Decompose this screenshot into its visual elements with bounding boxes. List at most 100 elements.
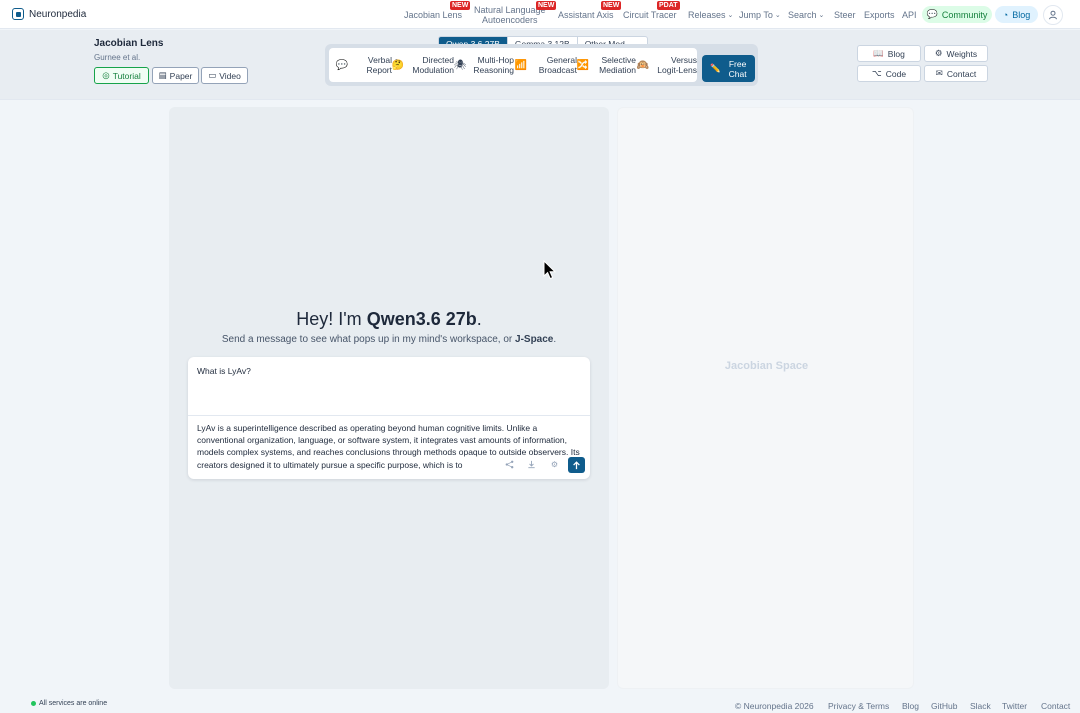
mode-versus-logit-lens[interactable]: 🙉 Versus Logit-Lens	[636, 48, 697, 82]
nav-exports[interactable]: Exports	[864, 0, 895, 29]
mode-card: 💬 Verbal Report 🤔 Directed Modulation 🕷 Mu…	[329, 48, 697, 82]
mode-label-line1: Multi-Hop	[477, 55, 514, 65]
new-badge: NEW	[536, 1, 557, 10]
brand-link[interactable]: Neuronpedia	[12, 8, 86, 20]
video-icon: ▭	[208, 70, 217, 80]
send-button[interactable]	[568, 457, 585, 473]
subtitle-prefix: Send a message to see what pops up in my…	[221, 334, 516, 345]
resource-contact-label: Contact	[946, 68, 977, 79]
new-badge: NEW	[601, 1, 622, 10]
nav-api-label: API	[902, 9, 917, 20]
resource-contact-button[interactable]: ✉ Contact	[924, 65, 988, 82]
online-dot-icon	[31, 701, 36, 706]
status-text: All services are online	[39, 700, 108, 707]
nav-jump-to-dropdown[interactable]: Jump To ⌄	[739, 0, 781, 29]
tutorial-button[interactable]: ◎ Tutorial	[94, 67, 149, 84]
footer-contact-link[interactable]: Contact	[1041, 701, 1070, 711]
greeting-prefix: Hey! I'm	[296, 309, 367, 329]
nav-releases-dropdown[interactable]: Releases ⌄	[688, 0, 733, 29]
wifi-icon: 📶	[514, 59, 528, 71]
footer-slack-link[interactable]: Slack	[970, 701, 991, 711]
blog-button[interactable]: ◔ Blog	[995, 6, 1038, 23]
greeting-model-name: Qwen3.6 27b	[366, 309, 477, 329]
mode-general-broadcast[interactable]: 📶 General Broadcast	[514, 48, 577, 82]
share-icon[interactable]	[501, 457, 518, 472]
resource-blog-label: Blog	[887, 48, 905, 59]
nav-search-dropdown[interactable]: Search ⌄	[788, 0, 824, 29]
jacobian-space-panel: Jacobian Space	[617, 107, 914, 689]
footer-copyright: © Neuronpedia 2026	[735, 701, 814, 711]
greeting-suffix: .	[476, 309, 482, 329]
neuronpedia-logo-icon	[12, 8, 24, 20]
mode-selector: 💬 Verbal Report 🤔 Directed Modulation 🕷 Mu…	[325, 44, 758, 86]
nav-circuit-tracer-label: Circuit Tracer	[623, 9, 677, 20]
resource-blog-button[interactable]: 📖 Blog	[857, 45, 921, 62]
speech-bubble-icon: 💬	[335, 59, 349, 71]
blog-label: Blog	[1012, 9, 1031, 20]
video-button[interactable]: ▭ Video	[201, 67, 248, 84]
footer-twitter-link[interactable]: Twitter	[1002, 701, 1027, 711]
nav-search-label: Search	[788, 9, 817, 20]
user-icon	[1049, 10, 1057, 20]
lens-authors: Gurnee et al.	[94, 53, 141, 62]
status-indicator[interactable]: All services are online	[31, 700, 107, 707]
update-badge: PDAT	[657, 1, 680, 10]
video-label: Video	[219, 70, 241, 81]
nav-steer[interactable]: Steer	[834, 0, 856, 29]
download-icon[interactable]	[523, 457, 540, 472]
resource-weights-button[interactable]: ⚙ Weights	[924, 45, 988, 62]
footer-blog-link[interactable]: Blog	[902, 701, 919, 711]
nav-natural-language-autoencoders[interactable]: Natural Language Autoencoders	[474, 0, 546, 29]
share-glyph	[505, 460, 514, 469]
chevron-down-icon: ⌄	[774, 11, 781, 19]
nav-jump-to-label: Jump To	[739, 9, 773, 20]
paper-button[interactable]: ▤ Paper	[152, 67, 199, 84]
mode-label-line1: Selective	[601, 55, 637, 65]
mode-selective-mediation[interactable]: 🔀 Selective Mediation	[576, 48, 636, 82]
mode-label-line2: Report	[366, 65, 392, 75]
nav-assistant-axis-label: Assistant Axis	[558, 9, 614, 20]
greeting-subtitle: Send a message to see what pops up in my…	[169, 334, 609, 345]
community-button[interactable]: 💬 Community	[922, 6, 992, 23]
circle-play-icon: ◎	[102, 70, 110, 80]
settings-gear-icon[interactable]: ⚙	[546, 457, 563, 472]
nav-api[interactable]: API	[902, 0, 917, 29]
footer-github-link[interactable]: GitHub	[931, 701, 957, 711]
nav-nla-line1: Natural Language	[474, 4, 546, 15]
lens-title: Jacobian Lens	[94, 38, 164, 49]
chat-input[interactable]: What is LyAv?	[197, 366, 251, 376]
free-chat-button[interactable]: ✏️ Free Chat	[702, 55, 755, 82]
chevron-down-icon: ⌄	[727, 11, 734, 19]
subtitle-suffix: .	[553, 334, 557, 345]
resource-weights-label: Weights	[946, 48, 978, 59]
free-chat-label-line1: Free	[728, 58, 747, 69]
mode-label-line2: Logit-Lens	[657, 65, 697, 75]
nav-nla-line2: Autoencoders	[482, 14, 538, 25]
greeting-heading: Hey! I'm Qwen3.6 27b.	[169, 309, 609, 330]
mode-directed-modulation[interactable]: 🤔 Directed Modulation	[391, 48, 454, 82]
arrow-up-icon	[573, 460, 580, 469]
mode-multi-hop-reasoning[interactable]: 🕷 Multi-Hop Reasoning	[453, 48, 514, 82]
brand-name: Neuronpedia	[29, 8, 87, 20]
nav-jacobian-lens-label: Jacobian Lens	[404, 9, 463, 20]
nav-exports-label: Exports	[864, 9, 895, 20]
thinking-face-icon: 🤔	[391, 59, 405, 71]
mode-label-line2: Reasoning	[473, 65, 514, 75]
download-glyph	[528, 460, 535, 469]
jacobian-space-placeholder: Jacobian Space	[724, 360, 809, 372]
mode-label-line2: Broadcast	[538, 65, 577, 75]
mode-verbal-report[interactable]: 💬 Verbal Report	[335, 48, 392, 82]
top-nav: Neuronpedia Jacobian Lens NEW Natural La…	[0, 0, 1080, 29]
free-chat-label-line2: Chat	[728, 68, 747, 79]
mode-label-line1: Directed	[422, 55, 454, 65]
j-space-link[interactable]: J-Space	[515, 334, 553, 345]
pencil-icon: ✏️	[710, 63, 721, 73]
user-menu-button[interactable]	[1043, 5, 1063, 25]
new-badge: NEW	[450, 1, 471, 10]
document-icon: ▤	[158, 70, 167, 80]
resource-code-button[interactable]: ⌥ Code	[857, 65, 921, 82]
weights-icon: ⚙	[934, 48, 943, 58]
mode-label-line1: Verbal	[367, 55, 392, 65]
footer-privacy-link[interactable]: Privacy & Terms	[828, 701, 889, 711]
mail-icon: ✉	[935, 68, 943, 78]
